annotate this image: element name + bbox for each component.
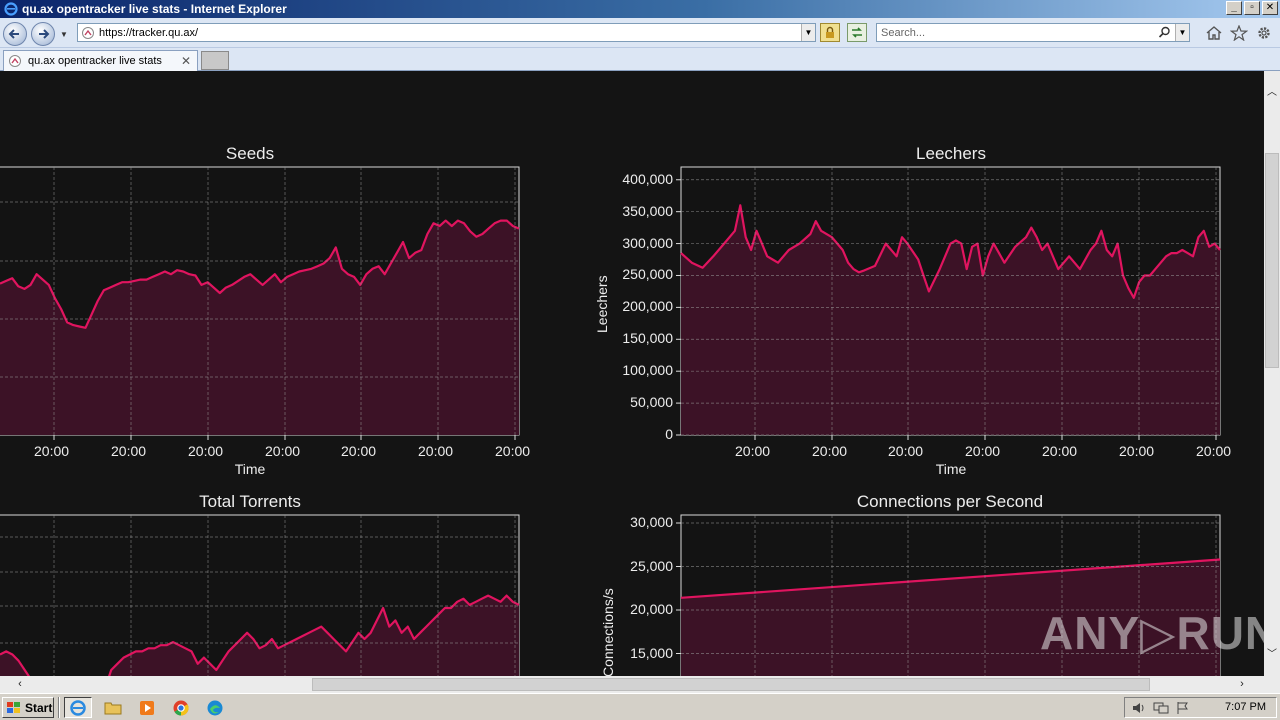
minimize-button[interactable]: _ xyxy=(1226,1,1242,15)
leechers-y-tick-label: 150,000 xyxy=(622,330,673,347)
back-button[interactable] xyxy=(3,22,27,46)
connections-y-tick-label: 20,000 xyxy=(630,601,673,617)
page-favicon-icon xyxy=(82,26,94,39)
seeds-x-tick-label: 20:00 xyxy=(34,443,70,459)
ie-logo-icon xyxy=(4,2,18,16)
seeds-chart-title: Seeds xyxy=(225,144,275,163)
watermark-text: ANY▷RUN xyxy=(1040,607,1264,659)
address-dropdown-icon[interactable]: ▼ xyxy=(801,24,815,41)
tab-label: qu.ax opentracker live stats xyxy=(28,55,162,67)
home-icon[interactable] xyxy=(1205,25,1223,41)
chrome-icon xyxy=(173,700,189,716)
taskbar-media-player-button[interactable] xyxy=(133,697,161,718)
vertical-scroll-thumb[interactable] xyxy=(1265,153,1279,368)
leechers-y-tick-label: 100,000 xyxy=(622,362,673,379)
tab-favicon-icon xyxy=(9,55,21,67)
seeds-x-tick-label: 20:00 xyxy=(341,443,377,459)
scroll-up-icon[interactable]: ︿ xyxy=(1264,85,1280,101)
search-dropdown-icon[interactable]: ▼ xyxy=(1175,24,1189,41)
leechers-x-tick-label: 20:00 xyxy=(735,443,771,459)
back-arrow-icon xyxy=(8,29,19,39)
forward-arrow-icon xyxy=(39,29,50,39)
leechers-y-tick-label: 50,000 xyxy=(630,394,673,411)
refresh-icon xyxy=(852,27,862,38)
close-button[interactable]: ✕ xyxy=(1262,1,1278,15)
windows-logo-icon xyxy=(7,701,20,713)
security-lock-icon[interactable] xyxy=(820,23,840,42)
vertical-scrollbar[interactable]: ︿ ﹀ xyxy=(1264,71,1280,676)
search-placeholder: Search... xyxy=(881,26,926,39)
url-text: https://tracker.qu.ax/ xyxy=(99,26,199,39)
edge-icon xyxy=(207,700,223,715)
leechers-x-tick-label: 20:00 xyxy=(965,443,1001,459)
anyrun-watermark: ANY▷RUN xyxy=(1040,606,1264,660)
scroll-down-icon[interactable]: ﹀ xyxy=(1264,647,1280,663)
restore-button[interactable]: ▫ xyxy=(1244,1,1260,15)
seeds-x-tick-label: 20:00 xyxy=(495,443,531,459)
leechers-y-tick-label: 350,000 xyxy=(622,202,673,219)
seeds-x-tick-label: 20:00 xyxy=(188,443,224,459)
tab-close-icon[interactable]: ✕ xyxy=(181,54,191,68)
connections-y-tick-label: 30,000 xyxy=(630,514,673,530)
navigation-bar: ▼ https://tracker.qu.ax/ ▼ Search... ▼ xyxy=(0,18,1280,48)
horizontal-scrollbar[interactable]: ‹ › xyxy=(0,676,1264,693)
scroll-right-icon[interactable]: › xyxy=(1234,676,1250,693)
taskbar-edge-button[interactable] xyxy=(201,697,229,718)
connections-chart-title: Connections per Second xyxy=(856,492,1044,511)
leechers-x-tick-label: 20:00 xyxy=(1196,443,1232,459)
leechers-y-tick-label: 250,000 xyxy=(622,266,673,283)
action-center-flag-icon[interactable] xyxy=(1175,701,1191,715)
leechers-y-tick-label: 200,000 xyxy=(622,298,673,315)
forward-button[interactable] xyxy=(31,22,55,46)
connections-y-tick-label: 25,000 xyxy=(630,557,673,574)
internet-explorer-icon xyxy=(70,699,86,716)
leechers-x-tick-label: 20:00 xyxy=(888,443,924,459)
start-label: Start xyxy=(25,700,53,715)
seeds-x-axis-label: Time xyxy=(234,461,266,477)
new-tab-button[interactable] xyxy=(201,51,229,70)
tab-bar: qu.ax opentracker live stats ✕ xyxy=(0,48,1280,71)
refresh-button[interactable] xyxy=(847,23,867,42)
page-content: Seeds Time Leechers Time Leechers Total … xyxy=(0,71,1264,676)
seeds-x-tick-label: 20:00 xyxy=(111,443,147,459)
horizontal-scroll-thumb[interactable] xyxy=(312,678,1150,691)
taskbar: Start 7:07 PM xyxy=(0,693,1280,720)
title-bar: qu.ax opentracker live stats - Internet … xyxy=(0,0,1280,18)
taskbar-chrome-button[interactable] xyxy=(167,697,195,718)
volume-icon[interactable] xyxy=(1131,701,1147,715)
search-input[interactable]: Search... ▼ xyxy=(876,23,1190,42)
leechers-y-tick-label: 400,000 xyxy=(622,170,673,187)
history-dropdown-icon[interactable]: ▼ xyxy=(60,30,68,39)
clock[interactable]: 7:07 PM xyxy=(1225,701,1266,713)
taskbar-ie-button[interactable] xyxy=(64,697,92,718)
folder-icon xyxy=(104,702,122,714)
seeds-x-tick-label: 20:00 xyxy=(418,443,454,459)
connections-y-tick-label: 15,000 xyxy=(630,644,673,661)
search-icon[interactable] xyxy=(1158,26,1171,39)
scrollbar-corner xyxy=(1264,676,1280,693)
leechers-y-tick-label: 300,000 xyxy=(622,234,673,251)
tab-tracker-stats[interactable]: qu.ax opentracker live stats ✕ xyxy=(3,50,198,71)
taskbar-explorer-button[interactable] xyxy=(99,697,127,718)
leechers-x-tick-label: 20:00 xyxy=(1042,443,1078,459)
scroll-left-icon[interactable]: ‹ xyxy=(12,676,28,693)
leechers-x-tick-label: 20:00 xyxy=(812,443,848,459)
system-tray: 7:07 PM xyxy=(1124,697,1277,718)
seeds-x-tick-label: 20:00 xyxy=(265,443,301,459)
torrents-chart-title: Total Torrents xyxy=(199,492,301,511)
leechers-chart-title: Leechers xyxy=(916,144,986,163)
media-player-icon xyxy=(140,700,154,715)
leechers-x-axis-label: Time xyxy=(935,461,967,477)
window-title: qu.ax opentracker live stats - Internet … xyxy=(22,2,287,16)
address-field[interactable]: https://tracker.qu.ax/ ▼ xyxy=(77,23,816,42)
network-icon[interactable] xyxy=(1153,701,1169,715)
leechers-x-tick-label: 20:00 xyxy=(1119,443,1155,459)
taskbar-separator xyxy=(58,697,60,718)
gear-icon[interactable] xyxy=(1255,25,1273,41)
favorites-star-icon[interactable] xyxy=(1230,25,1248,41)
start-button[interactable]: Start xyxy=(2,697,54,718)
leechers-y-tick-label: 0 xyxy=(665,426,673,442)
